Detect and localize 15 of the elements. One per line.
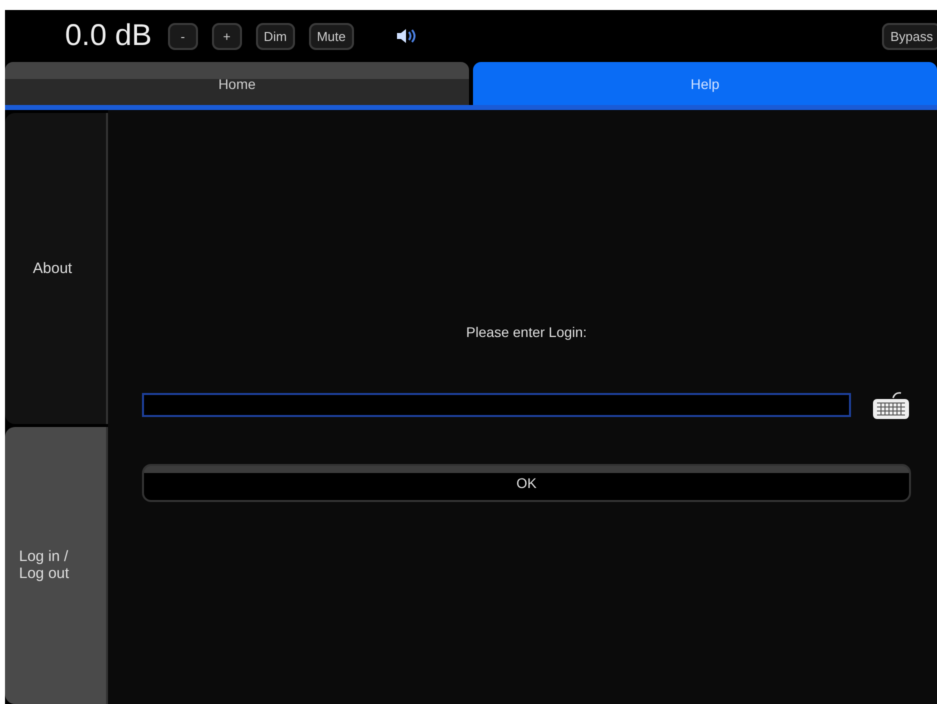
toolbar-button[interactable]: - — [168, 22, 198, 50]
toolbar-button[interactable]: + — [212, 22, 242, 50]
sidebar-item[interactable]: Log in / Log out — [5, 426, 108, 704]
tab[interactable]: Home — [5, 62, 469, 105]
speaker-icon — [396, 28, 418, 44]
volume-readout: 0.0 dB — [65, 19, 152, 53]
tab[interactable]: Help — [473, 62, 937, 105]
ok-button[interactable]: OK — [142, 464, 911, 502]
login-prompt: Please enter Login: — [465, 324, 588, 340]
sidebar-item[interactable]: About — [5, 113, 108, 424]
toolbar-button[interactable]: Dim — [256, 22, 295, 50]
bypass-button[interactable]: Bypass — [882, 22, 937, 50]
toolbar-button[interactable]: Mute — [308, 22, 354, 50]
login-field[interactable] — [142, 393, 851, 417]
keyboard-icon[interactable] — [871, 390, 911, 420]
